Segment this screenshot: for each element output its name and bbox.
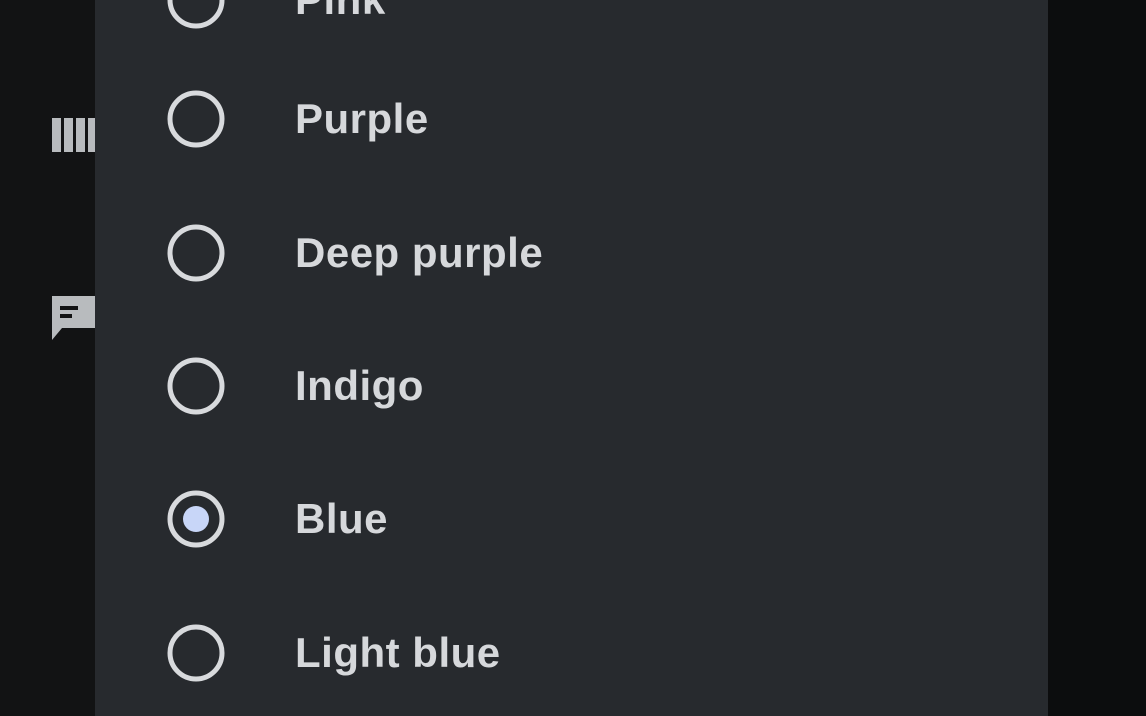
screen: Pink Purple Deep purple Indigo bbox=[0, 0, 1146, 716]
radio-checked-icon[interactable] bbox=[165, 488, 227, 550]
option-label: Pink bbox=[295, 0, 386, 24]
color-picker-dialog: Pink Purple Deep purple Indigo bbox=[95, 0, 1048, 716]
option-deep-purple[interactable]: Deep purple bbox=[95, 186, 1048, 320]
option-indigo[interactable]: Indigo bbox=[95, 319, 1048, 453]
background-right-edge bbox=[1048, 0, 1146, 716]
radio-unchecked-icon[interactable] bbox=[165, 88, 227, 150]
option-label: Light blue bbox=[295, 629, 501, 676]
view-column-icon bbox=[50, 110, 96, 158]
option-light-blue[interactable]: Light blue bbox=[95, 586, 1048, 716]
option-blue[interactable]: Blue bbox=[95, 452, 1048, 586]
background-sidebar bbox=[0, 0, 96, 716]
option-label: Deep purple bbox=[295, 229, 544, 276]
radio-unchecked-icon[interactable] bbox=[165, 222, 227, 284]
option-purple[interactable]: Purple bbox=[95, 52, 1048, 186]
radio-unchecked-icon[interactable] bbox=[165, 622, 227, 684]
radio-unchecked-icon[interactable] bbox=[165, 355, 227, 417]
radio-unchecked-icon[interactable] bbox=[165, 0, 227, 31]
option-label: Indigo bbox=[295, 362, 424, 409]
feedback-icon bbox=[50, 292, 96, 340]
option-label: Purple bbox=[295, 95, 429, 142]
option-label: Blue bbox=[295, 495, 389, 542]
